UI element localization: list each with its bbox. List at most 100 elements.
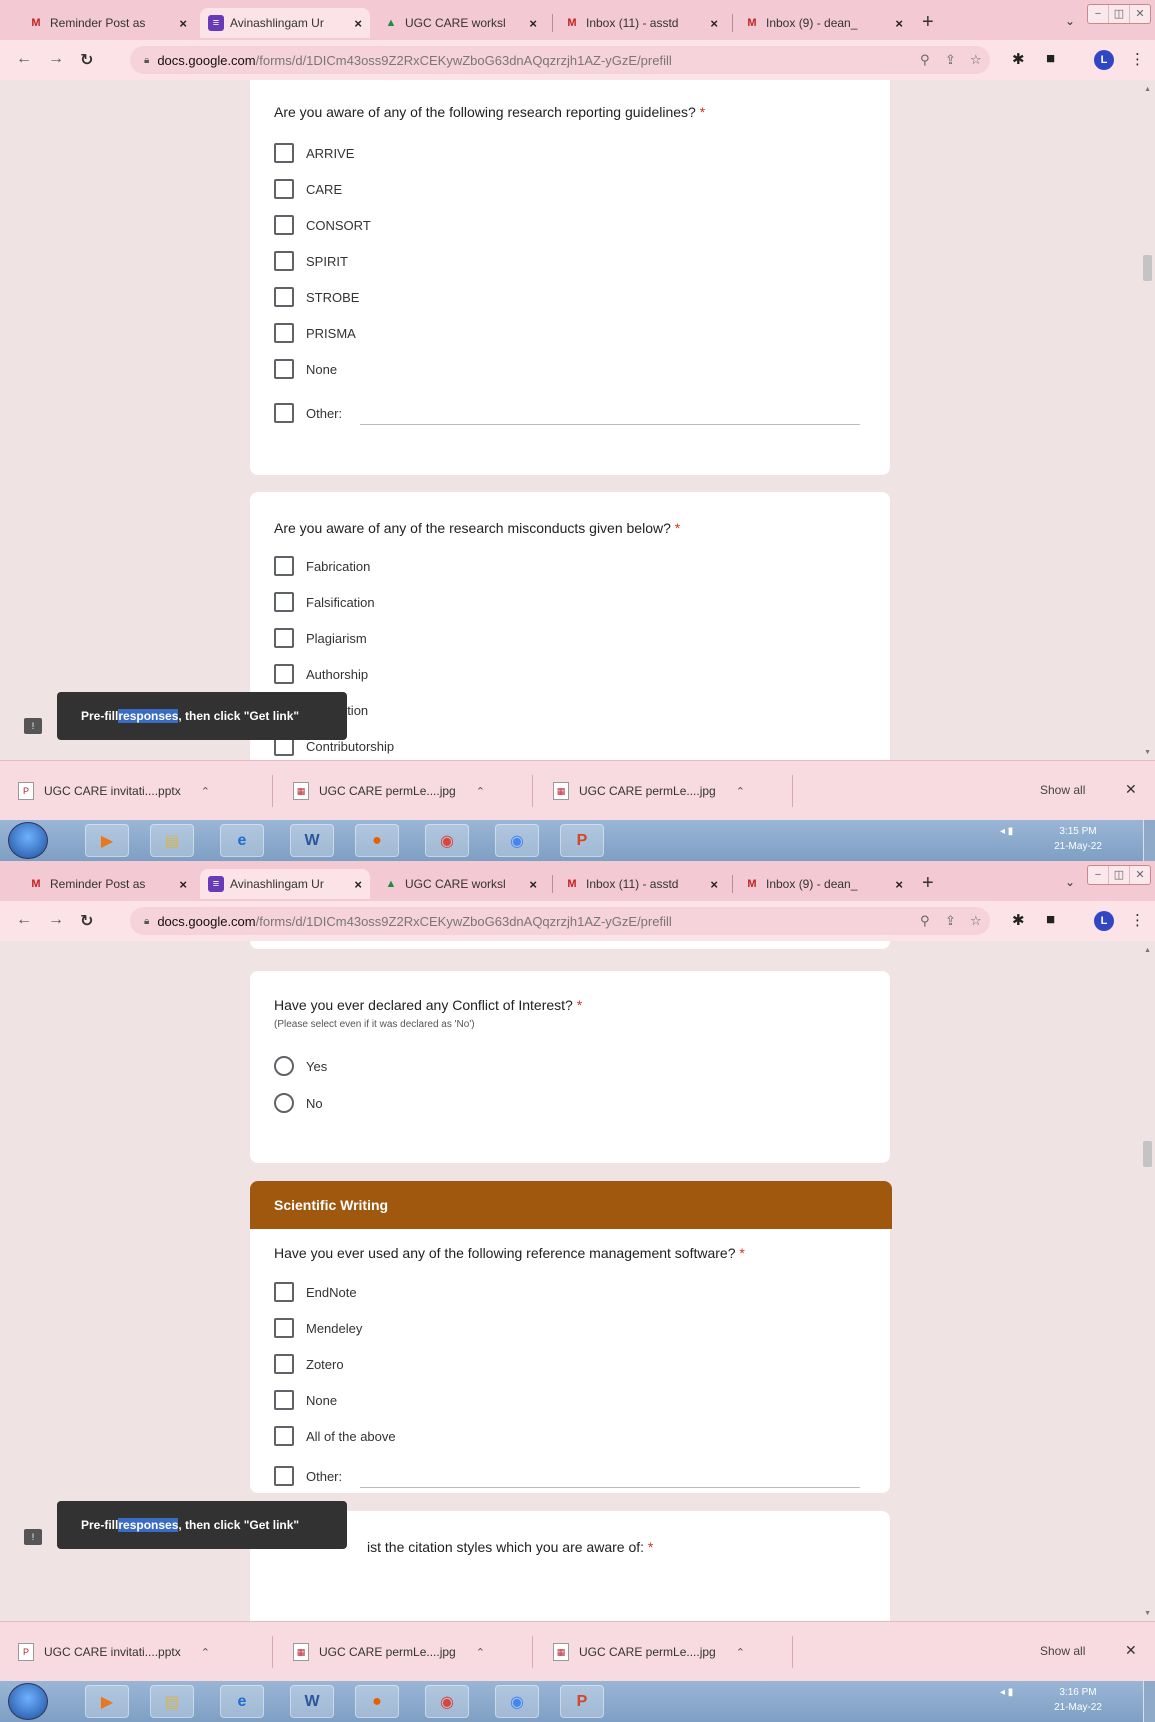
option-plagiarism[interactable]: Plagiarism xyxy=(274,627,367,649)
close-icon[interactable]: × xyxy=(710,877,718,892)
option-no[interactable]: No xyxy=(274,1092,323,1114)
bookmark-star-icon[interactable]: ☆ xyxy=(970,52,982,68)
tab-inbox-11[interactable]: M Inbox (11) - asstd × xyxy=(556,8,726,38)
checkbox[interactable] xyxy=(274,215,294,235)
bookmark-star-icon[interactable]: ☆ xyxy=(970,913,982,929)
back-icon[interactable]: ← xyxy=(16,911,32,929)
option-consort[interactable]: CONSORT xyxy=(274,214,371,236)
option-strobe[interactable]: STROBE xyxy=(274,286,359,308)
tab-search-icon[interactable]: ⌄ xyxy=(1065,875,1075,889)
restore-icon[interactable]: ◫ xyxy=(1109,866,1130,884)
download-item[interactable]: ▦ UGC CARE permLe....jpg ⌃ xyxy=(535,1622,745,1682)
option-none[interactable]: None xyxy=(274,358,337,380)
firefox-icon[interactable]: ● xyxy=(355,824,399,857)
option-spirit[interactable]: SPIRIT xyxy=(274,250,348,272)
minimize-icon[interactable]: − xyxy=(1088,866,1109,884)
media-player-icon[interactable]: ▶ xyxy=(85,1685,129,1718)
close-icon[interactable]: × xyxy=(354,877,362,892)
word-icon[interactable]: W xyxy=(290,824,334,857)
checkbox[interactable] xyxy=(274,1390,294,1410)
system-tray-icons[interactable]: ◂ ▮ xyxy=(1000,1687,1013,1698)
option-mendeley[interactable]: Mendeley xyxy=(274,1317,362,1339)
checkbox[interactable] xyxy=(274,1426,294,1446)
tab-avinashlingam[interactable]: ≡ Avinashlingam Ur × xyxy=(200,8,370,38)
scrollbar[interactable]: ▲ ▼ xyxy=(1141,941,1155,1621)
download-item[interactable]: ▦ UGC CARE permLe....jpg ⌃ xyxy=(275,1622,485,1682)
system-tray-icons[interactable]: ◂ ▮ xyxy=(1000,826,1013,837)
tab-reminder[interactable]: M Reminder Post as × xyxy=(20,8,195,38)
checkbox[interactable] xyxy=(274,664,294,684)
radio-button[interactable] xyxy=(274,1093,294,1113)
chevron-up-icon[interactable]: ⌃ xyxy=(476,785,485,798)
checkbox[interactable] xyxy=(274,179,294,199)
option-zotero[interactable]: Zotero xyxy=(274,1353,344,1375)
download-item[interactable]: P UGC CARE invitati....pptx ⌃ xyxy=(0,1622,210,1682)
close-icon[interactable]: × xyxy=(354,16,362,31)
chevron-up-icon[interactable]: ⌃ xyxy=(201,1646,210,1659)
extensions-icon[interactable]: ✱ xyxy=(1012,911,1025,929)
powerpoint-icon[interactable]: P xyxy=(560,824,604,857)
address-bar[interactable]: 🔒︎ docs.google.com /forms/d/1DICm43oss9Z… xyxy=(130,907,990,935)
file-explorer-icon[interactable]: ▤ xyxy=(150,1685,194,1718)
zoom-icon[interactable]: ⚲ xyxy=(920,913,930,929)
checkbox[interactable] xyxy=(274,403,294,423)
powerpoint-icon[interactable]: P xyxy=(560,1685,604,1718)
forward-icon[interactable]: → xyxy=(48,911,64,929)
new-tab-button[interactable]: + xyxy=(922,873,934,893)
checkbox[interactable] xyxy=(274,1466,294,1486)
scrollbar-thumb[interactable] xyxy=(1143,1141,1152,1167)
share-icon[interactable]: ⇪ xyxy=(945,52,956,68)
download-item[interactable]: P UGC CARE invitati....pptx ⌃ xyxy=(0,761,210,821)
report-icon[interactable]: ! xyxy=(24,718,42,734)
tab-search-icon[interactable]: ⌄ xyxy=(1065,14,1075,28)
close-icon[interactable]: × xyxy=(179,877,187,892)
checkbox[interactable] xyxy=(274,287,294,307)
scroll-down-arrow-icon[interactable]: ▼ xyxy=(1144,749,1151,756)
tab-avinashlingam[interactable]: ≡ Avinashlingam Ur × xyxy=(200,869,370,899)
tab-inbox-9[interactable]: M Inbox (9) - dean_ × xyxy=(736,8,911,38)
chevron-up-icon[interactable]: ⌃ xyxy=(476,1646,485,1659)
word-icon[interactable]: W xyxy=(290,1685,334,1718)
scroll-up-arrow-icon[interactable]: ▲ xyxy=(1144,947,1151,954)
taskbar-clock[interactable]: 3:15 PM 21-May-22 xyxy=(1048,824,1108,854)
option-fabrication[interactable]: Fabrication xyxy=(274,555,370,577)
firefox-icon[interactable]: ● xyxy=(355,1685,399,1718)
scrollbar[interactable]: ▲ ▼ xyxy=(1141,80,1155,760)
back-icon[interactable]: ← xyxy=(16,50,32,68)
option-yes[interactable]: Yes xyxy=(274,1055,327,1077)
close-icon[interactable]: × xyxy=(529,16,537,31)
extensions-icon[interactable]: ✱ xyxy=(1012,50,1025,68)
option-authorship[interactable]: Authorship xyxy=(274,663,368,685)
scroll-up-arrow-icon[interactable]: ▲ xyxy=(1144,86,1151,93)
menu-kebab-icon[interactable]: ⋮ xyxy=(1130,50,1145,68)
tab-inbox-9[interactable]: M Inbox (9) - dean_ × xyxy=(736,869,911,899)
profile-avatar[interactable]: L xyxy=(1094,50,1114,70)
show-desktop-button[interactable] xyxy=(1143,820,1155,861)
checkbox[interactable] xyxy=(274,359,294,379)
side-panel-icon[interactable]: ■ xyxy=(1046,911,1055,928)
download-item[interactable]: ▦ UGC CARE permLe....jpg ⌃ xyxy=(275,761,485,821)
chrome-icon[interactable]: ◉ xyxy=(425,824,469,857)
start-button[interactable] xyxy=(8,1683,48,1720)
address-bar[interactable]: 🔒︎ docs.google.com /forms/d/1DICm43oss9Z… xyxy=(130,46,990,74)
profile-avatar[interactable]: L xyxy=(1094,911,1114,931)
option-care[interactable]: CARE xyxy=(274,178,342,200)
checkbox[interactable] xyxy=(274,628,294,648)
internet-explorer-icon[interactable]: e xyxy=(220,824,264,857)
reload-icon[interactable]: ↻ xyxy=(80,911,93,931)
checkbox[interactable] xyxy=(274,323,294,343)
scroll-down-arrow-icon[interactable]: ▼ xyxy=(1144,1610,1151,1617)
forward-icon[interactable]: → xyxy=(48,50,64,68)
start-button[interactable] xyxy=(8,822,48,859)
chrome-profile-icon[interactable]: ◉ xyxy=(495,824,539,857)
window-close-icon[interactable]: ✕ xyxy=(1130,866,1150,884)
tab-ugc-care[interactable]: ▲ UGC CARE worksl × xyxy=(375,869,545,899)
checkbox[interactable] xyxy=(274,1282,294,1302)
show-all-button[interactable]: Show all xyxy=(1040,1644,1085,1658)
scrollbar-thumb[interactable] xyxy=(1143,255,1152,281)
other-text-input[interactable] xyxy=(360,424,860,425)
close-icon[interactable]: × xyxy=(710,16,718,31)
close-icon[interactable]: × xyxy=(179,16,187,31)
window-close-icon[interactable]: ✕ xyxy=(1130,5,1150,23)
tab-inbox-11[interactable]: M Inbox (11) - asstd × xyxy=(556,869,726,899)
